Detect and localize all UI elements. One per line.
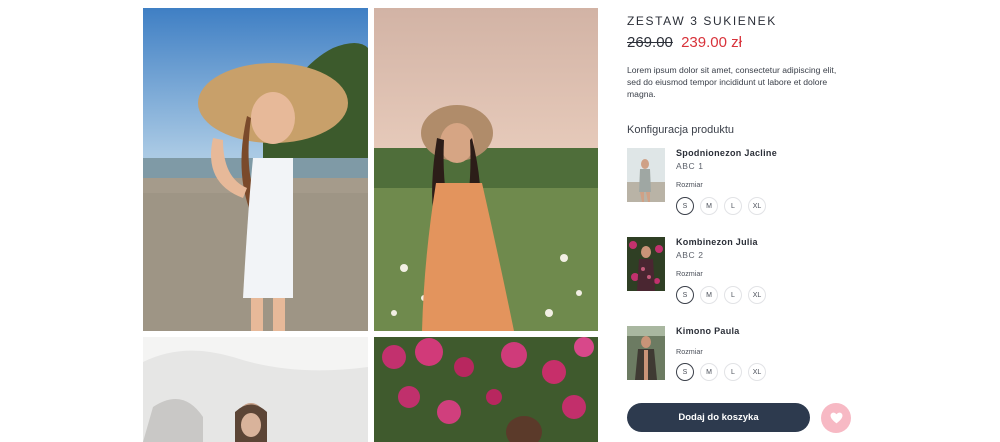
size-option-s[interactable]: S bbox=[676, 363, 694, 381]
size-label: Rozmiar bbox=[676, 347, 703, 356]
config-item-2: Kombinezon Julia ABC 2 Rozmiar S M L XL bbox=[627, 237, 867, 307]
size-option-l[interactable]: L bbox=[724, 286, 742, 304]
size-selector: S M L XL bbox=[676, 363, 766, 381]
config-item-code: ABC 1 bbox=[676, 161, 704, 171]
size-option-l[interactable]: L bbox=[724, 197, 742, 215]
size-option-m[interactable]: M bbox=[700, 197, 718, 215]
size-option-s[interactable]: S bbox=[676, 286, 694, 304]
gallery-photo-field[interactable] bbox=[374, 8, 598, 331]
add-to-cart-button[interactable]: Dodaj do koszyka bbox=[627, 403, 810, 432]
config-item-thumbnail[interactable] bbox=[627, 148, 665, 202]
old-price: 269.00 bbox=[627, 34, 673, 51]
size-option-s[interactable]: S bbox=[676, 197, 694, 215]
size-option-xl[interactable]: XL bbox=[748, 363, 766, 381]
size-option-xl[interactable]: XL bbox=[748, 197, 766, 215]
config-item-1: Spodnionezon Jacline ABC 1 Rozmiar S M L… bbox=[627, 148, 867, 218]
gallery-photo-beach[interactable] bbox=[143, 8, 368, 331]
size-option-m[interactable]: M bbox=[700, 363, 718, 381]
sale-price: 239.00 zł bbox=[681, 34, 742, 51]
config-item-thumbnail[interactable] bbox=[627, 326, 665, 380]
config-item-thumbnail[interactable] bbox=[627, 237, 665, 291]
wishlist-button[interactable] bbox=[821, 403, 851, 433]
price-block: 269.00 239.00 zł bbox=[627, 34, 742, 51]
gallery-photo-3[interactable] bbox=[143, 337, 368, 442]
size-option-xl[interactable]: XL bbox=[748, 286, 766, 304]
product-description: Lorem ipsum dolor sit amet, consectetur … bbox=[627, 65, 837, 100]
config-item-3: Kimono Paula Rozmiar S M L XL bbox=[627, 326, 867, 396]
heart-icon bbox=[830, 412, 842, 424]
size-label: Rozmiar bbox=[676, 180, 703, 189]
config-item-code: ABC 2 bbox=[676, 250, 704, 260]
gallery-photo-4[interactable] bbox=[374, 337, 598, 442]
size-label: Rozmiar bbox=[676, 269, 703, 278]
config-item-name: Kombinezon Julia bbox=[676, 237, 758, 247]
config-item-name: Kimono Paula bbox=[676, 326, 740, 336]
product-title: ZESTAW 3 SUKIENEK bbox=[627, 14, 777, 28]
config-item-name: Spodnionezon Jacline bbox=[676, 148, 778, 158]
size-selector: S M L XL bbox=[676, 197, 766, 215]
configuration-heading: Konfiguracja produktu bbox=[627, 124, 735, 136]
size-selector: S M L XL bbox=[676, 286, 766, 304]
size-option-m[interactable]: M bbox=[700, 286, 718, 304]
size-option-l[interactable]: L bbox=[724, 363, 742, 381]
